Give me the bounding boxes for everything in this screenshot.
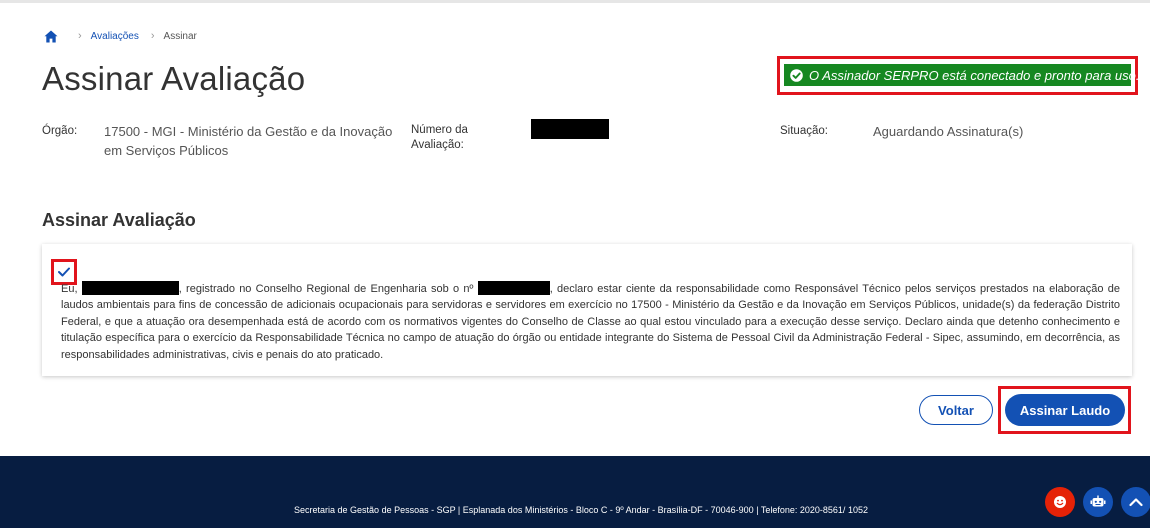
- chatbot-icon: [1090, 495, 1106, 509]
- footer: [0, 456, 1150, 528]
- chevron-right-icon: ›: [150, 30, 155, 42]
- status-badge: O Assinador SERPRO está conectado e pron…: [784, 64, 1139, 86]
- chatbot-button[interactable]: [1083, 487, 1113, 517]
- feedback-icon: [1053, 495, 1067, 509]
- numero-label-line1: Número da: [411, 124, 468, 136]
- section-title: Assinar Avaliação: [42, 210, 196, 230]
- numero-value-redacted: [531, 119, 609, 139]
- declaration-checkbox[interactable]: [55, 263, 73, 281]
- declaration-prefix: Eu,: [61, 283, 78, 295]
- page-title: Assinar Avaliação: [42, 60, 306, 97]
- home-icon[interactable]: [44, 30, 58, 43]
- checkmark-icon: [58, 267, 70, 277]
- name-redacted: [81, 281, 179, 295]
- chevron-right-icon: ›: [78, 30, 82, 42]
- footer-text: Secretaria de Gestão de Pessoas - SGP | …: [294, 505, 868, 515]
- arrow-up-icon: [1129, 497, 1143, 507]
- feedback-button[interactable]: [1045, 487, 1075, 517]
- back-button[interactable]: Voltar: [919, 395, 993, 425]
- orgao-value-line1: 17500 - MGI - Ministério da Gestão e da …: [104, 124, 393, 139]
- breadcrumb-link-avaliacoes[interactable]: Avaliações: [91, 31, 139, 42]
- sign-report-button[interactable]: Assinar Laudo: [1005, 394, 1125, 426]
- registration-redacted: [477, 281, 550, 295]
- breadcrumb-current: Assinar: [163, 30, 197, 42]
- check-circle-icon: [790, 68, 803, 82]
- numero-label-line2: Avaliação:: [411, 139, 464, 151]
- declaration-part2: , registrado no Conselho Regional de Eng…: [178, 283, 474, 295]
- declaration-text: Eu, , registrado no Conselho Regional de…: [61, 281, 1120, 363]
- situacao-label: Situação:: [780, 125, 828, 137]
- breadcrumb: › Avaliações › Assinar: [44, 28, 197, 44]
- top-border: [0, 0, 1150, 3]
- back-to-top-button[interactable]: [1121, 487, 1150, 517]
- status-message: O Assinador SERPRO está conectado e pron…: [809, 67, 1140, 83]
- orgao-value-line2: em Serviços Públicos: [104, 143, 229, 158]
- orgao-label: Órgão:: [42, 125, 78, 137]
- situacao-value: Aguardando Assinatura(s): [873, 124, 1024, 139]
